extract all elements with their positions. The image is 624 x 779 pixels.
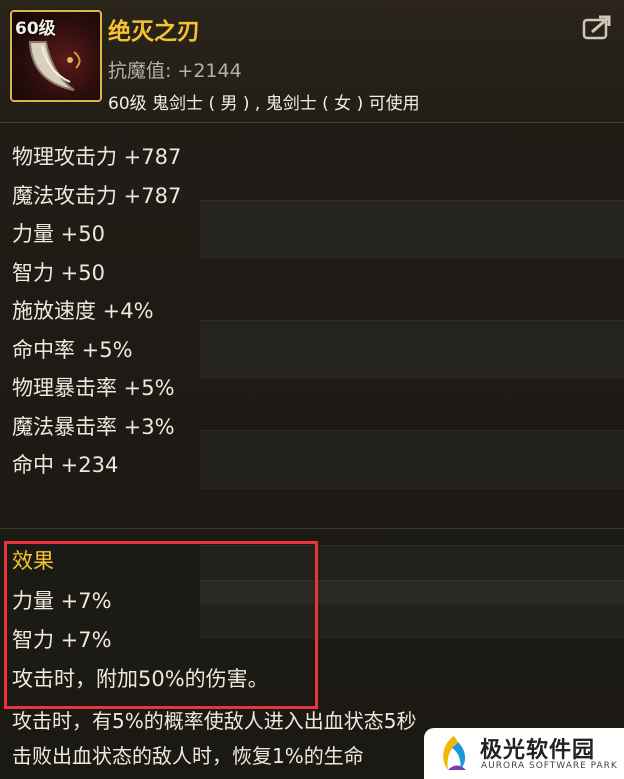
item-icon: 60级: [10, 10, 102, 102]
effect-title: 效果: [12, 549, 54, 573]
background-row: [200, 200, 624, 259]
background-row: [200, 320, 624, 379]
item-name: 绝灭之刃: [108, 19, 200, 45]
attribute-line: 物理攻击力 +787: [12, 145, 182, 169]
watermark-subtitle: AURORA SOFTWARE PARK: [481, 761, 618, 771]
attribute-line: 物理暴击率 +5%: [12, 376, 175, 400]
attribute-line: 施放速度 +4%: [12, 299, 154, 323]
tooltip-header: 60级 绝灭之刃 抗魔值: +2144 60级 鬼剑士 ( 男 ) , 鬼剑士 (…: [0, 0, 624, 123]
anti-magic-value: +2144: [177, 60, 242, 82]
watermark: 极光软件园 AURORA SOFTWARE PARK: [424, 728, 624, 779]
anti-magic-stat: 抗魔值: +2144: [108, 56, 242, 83]
attribute-line: 魔法暴击率 +3%: [12, 414, 175, 439]
attribute-line: 命中 +234: [12, 453, 119, 477]
extra-effect-line: 攻击时，有5%的概率使敌人进入出血状态5秒: [12, 709, 417, 733]
attribute-line: 命中率 +5%: [12, 337, 133, 362]
effect-line: 智力 +7%: [12, 628, 112, 652]
effect-line: 攻击时，附加50%的伤害。: [12, 667, 269, 691]
item-level-badge: 60级: [15, 19, 56, 39]
attribute-line: 智力 +50: [12, 260, 105, 285]
background-row: [200, 430, 624, 489]
item-tooltip: 60级 绝灭之刃 抗魔值: +2144 60级 鬼剑士 ( 男 ) , 鬼剑士 (…: [0, 0, 624, 779]
watermark-title: 极光软件园: [480, 738, 596, 763]
share-export-icon[interactable]: [582, 14, 612, 40]
effect-line: 力量 +7%: [12, 589, 112, 613]
attribute-line: 力量 +50: [12, 222, 105, 246]
usable-by-text: 60级 鬼剑士 ( 男 ) , 鬼剑士 ( 女 ) 可使用: [108, 94, 420, 114]
section-divider: [0, 528, 624, 529]
attribute-list: 物理攻击力 +787 魔法攻击力 +787 力量 +50 智力 +50 施放速度…: [12, 138, 181, 485]
anti-magic-label: 抗魔值:: [108, 60, 172, 82]
aurora-logo-icon: [443, 736, 466, 770]
attribute-line: 魔法攻击力 +787: [12, 183, 182, 208]
extra-effect-line: 击败出血状态的敌人时，恢复1%的生命: [12, 744, 364, 768]
